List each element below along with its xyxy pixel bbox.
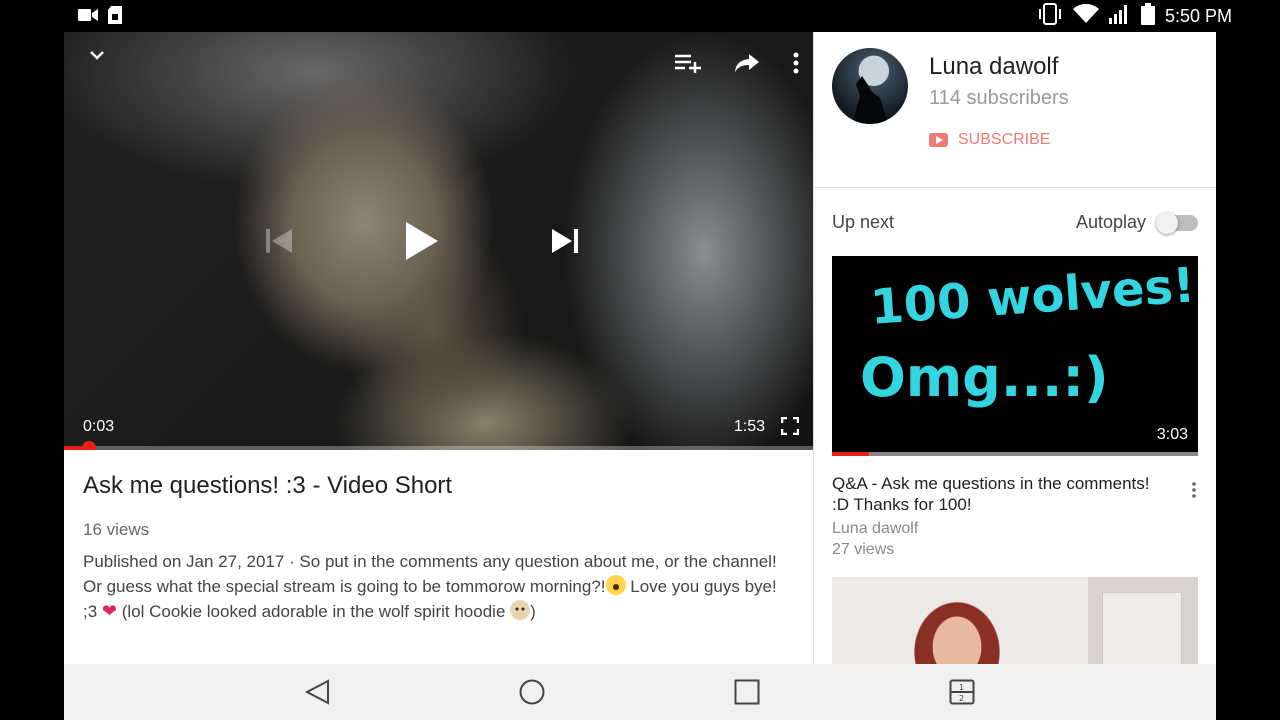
skip-next-icon[interactable] xyxy=(550,227,580,260)
subscriber-count: 114 subscribers xyxy=(929,87,1069,109)
video-description: Published on Jan 27, 2017 · So put in th… xyxy=(83,550,794,625)
related-video-views: 27 views xyxy=(832,541,895,558)
more-vert-icon[interactable] xyxy=(1192,482,1196,503)
description-line-1: Published on Jan 27, 2017 · So put in th… xyxy=(83,552,777,571)
up-next-label: Up next xyxy=(832,212,895,232)
add-to-playlist-icon[interactable] xyxy=(675,53,701,78)
recents-icon[interactable] xyxy=(733,678,761,711)
seek-bar-handle[interactable] xyxy=(81,441,96,450)
clock: 5:50 PM xyxy=(1164,5,1232,26)
video-camera-icon xyxy=(78,8,98,27)
sim-icon xyxy=(108,6,122,29)
description-line-2: Or guess what the special stream is goin… xyxy=(83,574,777,621)
toggle-knob xyxy=(1156,211,1178,234)
signal-icon xyxy=(1108,4,1131,29)
subscribe-button[interactable]: SUBSCRIBE xyxy=(929,131,1050,149)
side-panel: Luna dawolf 114 subscribers SUBSCRIBE Up… xyxy=(813,32,1216,664)
svg-text:Omg...:): Omg...:) xyxy=(860,346,1109,409)
thumbnail-image xyxy=(1102,592,1182,664)
status-bar: 5:50 PM xyxy=(0,0,1280,32)
vibrate-icon xyxy=(1037,2,1063,30)
thumbnail-duration: 3:03 xyxy=(1156,426,1188,443)
video-title[interactable]: Ask me questions! :3 - Video Short xyxy=(83,472,794,500)
battery-icon xyxy=(1140,2,1155,30)
avatar[interactable] xyxy=(832,48,908,124)
navigation-bar: 12 xyxy=(64,664,1216,720)
dog-face-icon xyxy=(510,600,531,620)
subscribe-label: SUBSCRIBE xyxy=(958,131,1051,148)
youtube-play-icon xyxy=(929,133,948,147)
related-video-thumbnail[interactable]: 100 wolves! Omg...:) 3:03 xyxy=(832,256,1198,456)
svg-text:1: 1 xyxy=(959,683,964,692)
autoplay-control[interactable]: Autoplay xyxy=(1075,211,1198,234)
fearful-face-icon xyxy=(605,574,626,595)
chevron-down-icon[interactable] xyxy=(88,48,106,67)
channel-name[interactable]: Luna dawolf xyxy=(929,53,1058,81)
seek-bar[interactable] xyxy=(64,441,813,450)
duration: 1:53 xyxy=(733,418,765,435)
share-icon[interactable] xyxy=(735,53,759,78)
heart-icon: ❤ xyxy=(101,601,117,621)
thumbnail-handwriting: 100 wolves! Omg...:) xyxy=(860,257,1197,409)
current-time: 0:03 xyxy=(83,418,115,435)
youtube-app: 0:03 1:53 Ask me questions! :3 - Video S… xyxy=(64,32,1216,664)
related-video-channel: Luna dawolf xyxy=(832,520,919,537)
play-icon[interactable] xyxy=(404,220,440,267)
video-player[interactable]: 0:03 1:53 xyxy=(64,32,813,450)
view-count: 16 views xyxy=(83,520,150,539)
watched-progress xyxy=(832,452,1198,456)
svg-text:2: 2 xyxy=(959,694,964,703)
wifi-icon xyxy=(1072,3,1099,29)
fullscreen-icon[interactable] xyxy=(780,416,800,440)
related-video-title[interactable]: Q&A - Ask me questions in the comments! … xyxy=(832,473,1162,515)
svg-text:100 wolves!: 100 wolves! xyxy=(869,257,1197,336)
related-video-thumbnail[interactable] xyxy=(832,577,1198,664)
back-icon[interactable] xyxy=(304,678,332,711)
video-details: Ask me questions! :3 - Video Short 16 vi… xyxy=(64,450,813,664)
home-icon[interactable] xyxy=(518,678,546,711)
autoplay-toggle[interactable] xyxy=(1156,211,1198,234)
skip-previous-icon[interactable] xyxy=(264,227,294,260)
more-vert-icon[interactable] xyxy=(793,52,799,79)
channel-header: Luna dawolf 114 subscribers SUBSCRIBE xyxy=(814,32,1216,188)
autoplay-label: Autoplay xyxy=(1075,212,1146,232)
dual-window-icon[interactable]: 12 xyxy=(948,678,976,711)
watched-progress-fill xyxy=(832,452,869,456)
